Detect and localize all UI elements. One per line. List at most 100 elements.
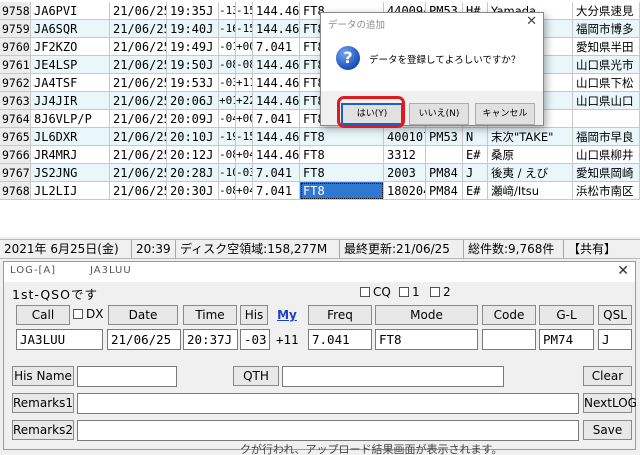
cell-qth[interactable]: 愛知県岡崎 [573, 164, 640, 182]
cell-date[interactable]: 21/06/25 [110, 74, 167, 92]
cell-his[interactable]: -03 [219, 74, 236, 92]
cell-date[interactable]: 21/06/25 [110, 20, 167, 38]
cell-time[interactable]: 19:53J [167, 74, 219, 92]
cell-freq[interactable]: 144.461 [253, 20, 300, 38]
cell-my[interactable]: -15 [236, 2, 253, 20]
log-window-titlebar[interactable]: LOG-[A] JA3LUU ✕ [4, 262, 635, 282]
cell-freq[interactable]: 7.041 [253, 38, 300, 56]
his-button[interactable]: His [240, 305, 268, 325]
cell-name[interactable]: 後夷 / えび [488, 164, 573, 182]
cell-time[interactable]: 19:35J [167, 2, 219, 20]
remarks1-field[interactable] [77, 393, 579, 414]
qth-button[interactable]: QTH [233, 366, 279, 386]
cell-my[interactable]: +04 [236, 146, 253, 164]
cell-no[interactable]: 9764 [0, 110, 31, 128]
cell-qth[interactable]: 山口県光市 [573, 56, 640, 74]
cell-call[interactable]: JR4MRJ [31, 146, 110, 164]
cell-call[interactable]: JL2LIJ [31, 182, 110, 200]
cell-qth[interactable]: 山口県山口 [573, 92, 640, 110]
cell-freq[interactable]: 144.461 [253, 146, 300, 164]
my-button[interactable]: My [272, 305, 302, 325]
cell-no[interactable]: 9759 [0, 20, 31, 38]
cell-call[interactable]: JS2JNG [31, 164, 110, 182]
cell-time[interactable]: 19:50J [167, 56, 219, 74]
cell-no[interactable]: 9762 [0, 74, 31, 92]
cell-his[interactable]: -08 [219, 182, 236, 200]
cell-date[interactable]: 21/06/25 [110, 92, 167, 110]
cell-no[interactable]: 9767 [0, 164, 31, 182]
cancel-button[interactable]: キャンセル [475, 103, 535, 125]
his-name-field[interactable] [77, 366, 177, 387]
dx-checkbox[interactable]: DX [73, 307, 103, 321]
cell-freq[interactable]: 144.461 [253, 128, 300, 146]
cell-call[interactable]: JA6PVI [31, 2, 110, 20]
cq-checkbox[interactable]: CQ [360, 285, 391, 299]
cell-my[interactable]: +11 [236, 74, 253, 92]
cell-qth[interactable]: 浜松市南区 [573, 182, 640, 200]
gl-field[interactable]: PM74 [539, 329, 594, 350]
cell-no[interactable]: 9763 [0, 92, 31, 110]
cell-time[interactable]: 20:10J [167, 128, 219, 146]
cell-no[interactable]: 9760 [0, 38, 31, 56]
mode-button[interactable]: Mode [375, 305, 478, 325]
cell-call[interactable]: JA6SQR [31, 20, 110, 38]
his-name-button[interactable]: His Name [12, 366, 74, 386]
cell-freq[interactable]: 7.041 [253, 164, 300, 182]
cell-time[interactable]: 20:28J [167, 164, 219, 182]
cell-my[interactable]: -15 [236, 128, 253, 146]
cell-call[interactable]: JF2KZO [31, 38, 110, 56]
cell-gl[interactable]: PM53 [426, 128, 463, 146]
cell-time[interactable]: 20:06J [167, 92, 219, 110]
cell-gl[interactable] [426, 146, 463, 164]
save-button[interactable]: Save [583, 420, 632, 440]
cell-call[interactable]: JE4LSP [31, 56, 110, 74]
cell-my[interactable]: +22 [236, 92, 253, 110]
cell-my[interactable]: +04 [236, 182, 253, 200]
remarks1-button[interactable]: Remarks1 [12, 393, 74, 413]
table-row[interactable]: 9767JS2JNG21/06/2520:28J-10-037.041FT820… [0, 164, 640, 182]
close-icon[interactable]: ✕ [617, 263, 629, 279]
cell-his[interactable]: -01 [219, 38, 236, 56]
cell-qsl[interactable]: J [463, 164, 488, 182]
cell-call[interactable]: 8J6VLP/P [31, 110, 110, 128]
no-button[interactable]: いいえ(N) [409, 103, 469, 125]
cell-no[interactable]: 9766 [0, 146, 31, 164]
cell-qsl[interactable]: N [463, 128, 488, 146]
cell-qsl[interactable]: E# [463, 182, 488, 200]
option-1-checkbox[interactable]: 1 [399, 285, 420, 299]
qsl-field[interactable]: J [598, 329, 632, 350]
cell-time[interactable]: 20:30J [167, 182, 219, 200]
cell-call[interactable]: JA4TSF [31, 74, 110, 92]
cell-qsl[interactable]: E# [463, 146, 488, 164]
dialog-titlebar[interactable]: データの追加 ✕ [321, 13, 543, 33]
cell-my[interactable]: -08 [236, 56, 253, 74]
cell-gl[interactable]: PM84 [426, 182, 463, 200]
mode-field[interactable]: FT8 [375, 329, 478, 350]
cell-time[interactable]: 19:49J [167, 38, 219, 56]
qth-field[interactable] [282, 366, 504, 387]
remarks2-button[interactable]: Remarks2 [12, 420, 74, 440]
cell-his[interactable]: -04 [219, 110, 236, 128]
cell-code[interactable]: 2003 [384, 164, 426, 182]
date-field[interactable]: 21/06/25 [107, 329, 181, 350]
cell-my[interactable]: +00 [236, 110, 253, 128]
cell-his[interactable]: -08 [219, 56, 236, 74]
cell-name[interactable]: 桑原 [488, 146, 573, 164]
date-button[interactable]: Date [108, 305, 178, 325]
cell-freq[interactable]: 144.461 [253, 2, 300, 20]
cell-date[interactable]: 21/06/25 [110, 2, 167, 20]
cell-name[interactable]: 末次"TAKE" [488, 128, 573, 146]
code-button[interactable]: Code [482, 305, 536, 325]
call-button[interactable]: Call [16, 305, 70, 325]
cell-my[interactable]: -15 [236, 20, 253, 38]
cell-freq[interactable]: 7.041 [253, 182, 300, 200]
cell-no[interactable]: 9758 [0, 2, 31, 20]
cell-his[interactable]: -13 [219, 2, 236, 20]
code-field[interactable] [482, 329, 536, 350]
gl-button[interactable]: G-L [539, 305, 594, 325]
cell-qth[interactable]: 山口県下松 [573, 74, 640, 92]
cell-mode[interactable]: FT8 [300, 146, 384, 164]
nextlog-button[interactable]: NextLOG [583, 393, 637, 413]
cell-my[interactable]: -03 [236, 164, 253, 182]
his-report-field[interactable]: -03 [240, 329, 270, 350]
